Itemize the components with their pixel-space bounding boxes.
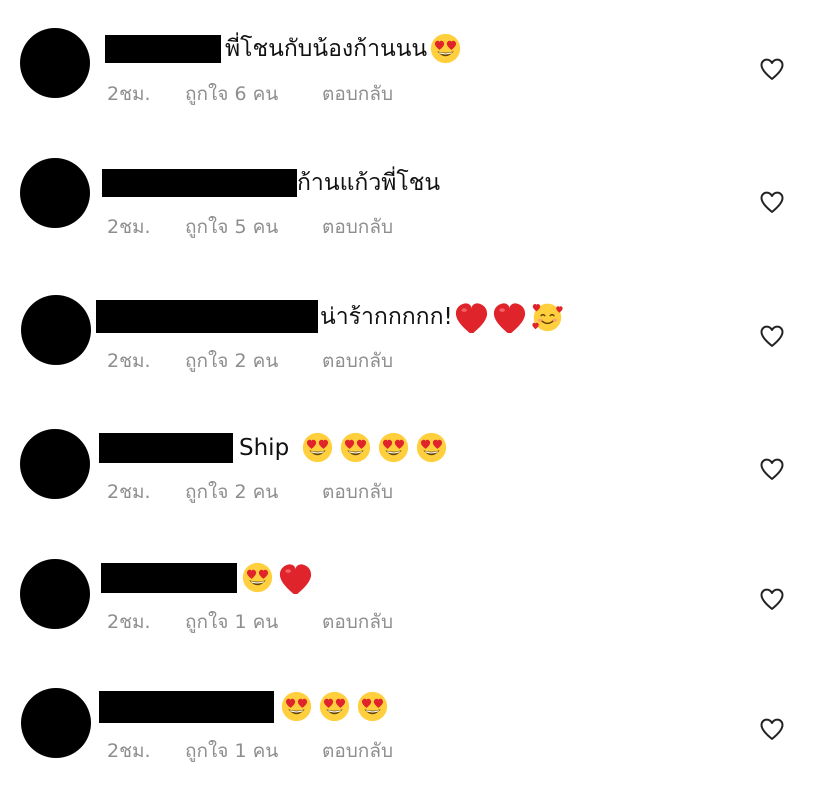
- avatar[interactable]: [20, 429, 90, 499]
- like-count-link[interactable]: ถูกใจ 2 คน: [185, 349, 322, 373]
- comment-text: Ship: [239, 434, 290, 461]
- reply-link[interactable]: ตอบกลับ: [322, 82, 393, 106]
- like-count-link[interactable]: ถูกใจ 5 คน: [185, 215, 322, 239]
- comment-time: 2ชม.: [107, 611, 151, 633]
- comment-item: 2ชม. ถูกใจ 1 คน ตอบกลับ: [0, 660, 828, 780]
- redacted-username[interactable]: [99, 690, 274, 723]
- redacted-username[interactable]: [105, 34, 221, 63]
- heart-outline-icon[interactable]: [757, 55, 787, 83]
- avatar[interactable]: [21, 295, 91, 365]
- comment-time: 2ชม.: [107, 83, 151, 105]
- redacted-username[interactable]: [99, 432, 233, 463]
- comment-time: 2ชม.: [107, 350, 151, 372]
- heart-eyes-face-emoji-icon: [319, 691, 350, 722]
- heart-eyes-face-emoji-icon: [303, 432, 333, 463]
- heart-outline-icon[interactable]: [757, 188, 787, 216]
- comment-item: น่าร้ากกกกก! 2ชม. ถูกใจ 2 คน ตอบกลับ: [0, 267, 828, 387]
- comment-text: น่าร้ากกกกก!: [320, 303, 453, 330]
- avatar[interactable]: [20, 559, 90, 629]
- avatar[interactable]: [20, 28, 90, 98]
- comment-time: 2ชม.: [107, 481, 151, 503]
- reply-link[interactable]: ตอบกลับ: [322, 215, 393, 239]
- red-heart-emoji-icon: [493, 303, 525, 333]
- reply-link[interactable]: ตอบกลับ: [322, 349, 393, 373]
- avatar[interactable]: [20, 158, 90, 228]
- emoji-group: [455, 300, 569, 333]
- emoji-group: [301, 431, 453, 464]
- emoji-group: [429, 32, 467, 65]
- emoji-group: [280, 690, 394, 723]
- comment-item: ก้านแก้วพี่โชน 2ชม. ถูกใจ 5 คน ตอบกลับ: [0, 133, 828, 253]
- red-heart-emoji-icon: [279, 564, 312, 594]
- like-count-link[interactable]: ถูกใจ 1 คน: [185, 739, 322, 763]
- smiling-face-with-hearts-emoji-icon: [532, 303, 563, 332]
- heart-eyes-face-emoji-icon: [379, 432, 409, 463]
- heart-eyes-face-emoji-icon: [357, 691, 388, 722]
- heart-outline-icon[interactable]: [757, 585, 787, 613]
- reply-link[interactable]: ตอบกลับ: [322, 480, 393, 504]
- comment-time: 2ชม.: [107, 740, 151, 762]
- like-count-link[interactable]: ถูกใจ 2 คน: [185, 480, 322, 504]
- like-count-link[interactable]: ถูกใจ 6 คน: [185, 82, 322, 106]
- heart-eyes-face-emoji-icon: [430, 33, 461, 64]
- heart-outline-icon[interactable]: [757, 715, 787, 743]
- heart-eyes-face-emoji-icon: [281, 691, 312, 722]
- redacted-username[interactable]: [101, 562, 237, 593]
- comment-text: พี่โชนกับน้องก้านนน: [225, 35, 428, 62]
- reply-link[interactable]: ตอบกลับ: [322, 739, 393, 763]
- emoji-group: [241, 561, 317, 594]
- comment-time: 2ชม.: [107, 216, 151, 238]
- like-count-link[interactable]: ถูกใจ 1 คน: [185, 610, 322, 634]
- heart-outline-icon[interactable]: [757, 455, 787, 483]
- reply-link[interactable]: ตอบกลับ: [322, 610, 393, 634]
- comment-item: 2ชม. ถูกใจ 1 คน ตอบกลับ: [0, 531, 828, 651]
- comment-item: Ship 2ชม. ถูกใจ 2 คน ตอบกลับ: [0, 401, 828, 521]
- redacted-username[interactable]: [102, 169, 297, 197]
- heart-eyes-face-emoji-icon: [417, 432, 447, 463]
- avatar[interactable]: [21, 688, 91, 758]
- red-heart-emoji-icon: [455, 303, 487, 333]
- heart-eyes-face-emoji-icon: [242, 562, 273, 593]
- heart-outline-icon[interactable]: [757, 322, 787, 350]
- comment-text: ก้านแก้วพี่โชน: [297, 170, 441, 196]
- redacted-username[interactable]: [96, 300, 318, 333]
- heart-eyes-face-emoji-icon: [341, 432, 371, 463]
- comment-item: พี่โชนกับน้องก้านนน 2ชม. ถูกใจ 6 คน ตอบก…: [0, 0, 828, 120]
